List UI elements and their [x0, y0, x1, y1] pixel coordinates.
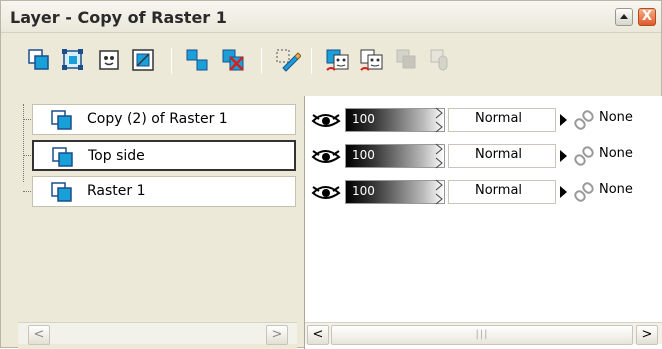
close-button[interactable]: X	[638, 8, 656, 26]
scroll-left-button[interactable]: <	[307, 325, 329, 345]
visibility-eye-icon[interactable]	[311, 183, 345, 201]
layer-properties-row: 100 Normal None	[307, 140, 662, 171]
layer-name-row-selected[interactable]: Top side	[32, 140, 296, 171]
new-raster-layer-icon[interactable]	[27, 48, 51, 72]
layer-properties-panel: 100 Normal None 100 Normal None 100 Norm…	[304, 96, 662, 349]
blend-mode-select[interactable]: Normal	[448, 144, 556, 168]
new-mask-layer-icon[interactable]	[97, 48, 121, 72]
blend-mode-select[interactable]: Normal	[448, 180, 556, 204]
link-toggle-icon[interactable]	[429, 48, 453, 72]
opacity-slider[interactable]: 100	[345, 108, 445, 132]
visibility-eye-icon[interactable]	[311, 147, 345, 165]
blend-mode-value: Normal	[475, 111, 523, 126]
blend-dropdown-arrow-icon[interactable]	[560, 150, 567, 162]
opacity-value: 100	[352, 184, 375, 198]
toolbar-separator	[171, 48, 172, 74]
blend-mode-value: Normal	[475, 147, 523, 162]
tree-connector	[23, 104, 24, 182]
scroll-left-button[interactable]: <	[28, 325, 50, 345]
resize-handle-icon[interactable]	[435, 179, 443, 205]
resize-handle-icon[interactable]	[435, 143, 443, 169]
opacity-slider[interactable]: 100	[345, 180, 445, 204]
collapse-button[interactable]	[615, 8, 633, 26]
toolbar-separator	[311, 48, 312, 74]
edit-selection-icon[interactable]	[275, 48, 302, 72]
layer-name-row[interactable]: Copy (2) of Raster 1	[32, 104, 296, 135]
link-chain-icon[interactable]	[573, 145, 595, 167]
title-bar[interactable]: Layer - Copy of Raster 1 X	[1, 1, 661, 33]
duplicate-layer-icon[interactable]	[185, 48, 209, 72]
blend-dropdown-arrow-icon[interactable]	[560, 114, 567, 126]
mask-value: None	[599, 182, 633, 197]
palette-title: Layer - Copy of Raster 1	[10, 8, 227, 27]
delete-layer-icon[interactable]	[221, 48, 245, 72]
hide-mask-icon[interactable]	[359, 48, 383, 72]
show-mask-icon[interactable]	[325, 48, 349, 72]
link-chain-icon[interactable]	[573, 181, 595, 203]
opacity-value: 100	[352, 112, 375, 126]
scroll-thumb[interactable]: |||	[331, 325, 633, 345]
layer-properties-row: 100 Normal None	[307, 176, 662, 207]
blend-mode-select[interactable]: Normal	[448, 108, 556, 132]
visibility-eye-icon[interactable]	[311, 111, 345, 129]
layer-name: Top side	[88, 148, 145, 164]
mask-value: None	[599, 110, 633, 125]
link-chain-icon[interactable]	[573, 109, 595, 131]
merge-group-icon[interactable]	[395, 48, 419, 72]
raster-layer-icon	[51, 182, 73, 202]
raster-layer-icon	[52, 147, 74, 167]
layer-names-panel: Copy (2) of Raster 1 Top side Raster 1 <…	[18, 96, 297, 349]
blend-dropdown-arrow-icon[interactable]	[560, 186, 567, 198]
raster-layer-icon	[51, 110, 73, 130]
layer-name: Copy (2) of Raster 1	[87, 111, 228, 127]
right-horizontal-scrollbar[interactable]: < ||| >	[305, 322, 662, 345]
new-adjustment-layer-icon[interactable]	[131, 48, 155, 72]
toolbar-separator	[261, 48, 262, 74]
opacity-slider[interactable]: 100	[345, 144, 445, 168]
layer-toolbar	[1, 34, 661, 86]
left-horizontal-scrollbar[interactable]: < >	[18, 322, 297, 345]
resize-handle-icon[interactable]	[435, 107, 443, 133]
blend-mode-value: Normal	[475, 183, 523, 198]
layer-properties-row: 100 Normal None	[307, 104, 662, 135]
new-vector-layer-icon[interactable]	[61, 48, 85, 72]
scroll-right-button[interactable]: >	[636, 325, 658, 345]
layer-name-row[interactable]: Raster 1	[32, 176, 296, 207]
opacity-value: 100	[352, 148, 375, 162]
layer-palette: Layer - Copy of Raster 1 X Copy (2) of R…	[0, 0, 662, 349]
scroll-right-button[interactable]: >	[266, 325, 288, 345]
layer-name: Raster 1	[87, 183, 146, 199]
mask-value: None	[599, 146, 633, 161]
